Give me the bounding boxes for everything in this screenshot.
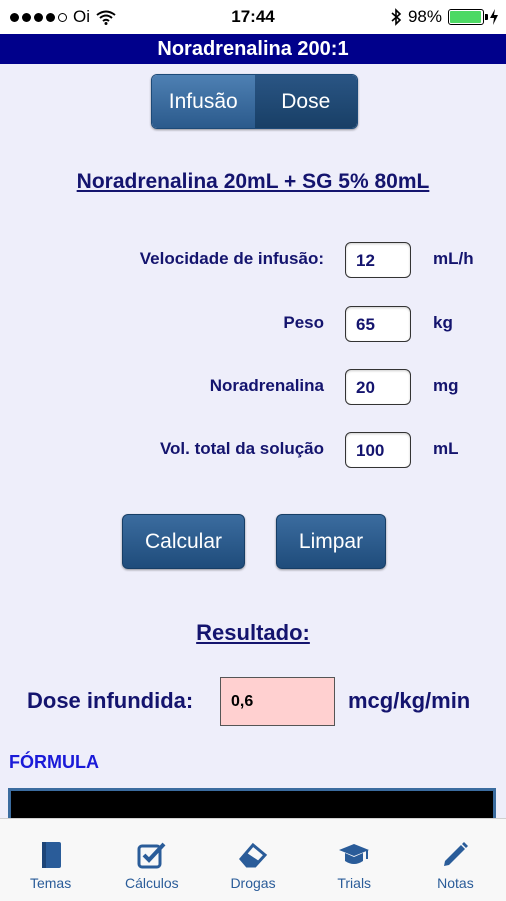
checkbox-icon <box>136 839 168 871</box>
drug-amount-input[interactable]: 20 <box>345 369 411 405</box>
mode-segmented-control: Infusão Dose <box>151 74 358 129</box>
tab-drogas[interactable]: Drogas <box>202 819 303 901</box>
tab-drogas-label: Drogas <box>230 875 276 891</box>
total-volume-unit: mL <box>433 439 459 458</box>
segment-dose[interactable]: Dose <box>254 75 357 128</box>
clear-button[interactable]: Limpar <box>276 514 386 569</box>
tab-temas-label: Temas <box>29 875 72 891</box>
graduation-cap-icon <box>338 839 370 871</box>
battery-percent: 98% <box>407 7 442 26</box>
status-right: 98% <box>390 7 498 27</box>
total-volume-row: Vol. total da solução 100 mL <box>0 432 506 468</box>
battery-icon <box>448 9 488 25</box>
calculate-button[interactable]: Calcular <box>122 514 245 569</box>
drug-amount-label: Noradrenalina <box>209 376 324 395</box>
formula-label: FÓRMULA <box>9 752 99 772</box>
total-volume-input[interactable]: 100 <box>345 432 411 468</box>
infusion-rate-unit: mL/h <box>433 249 474 268</box>
book-icon <box>35 839 67 871</box>
tab-temas[interactable]: Temas <box>0 819 101 901</box>
tab-bar: Temas Cálculos Drogas Trials Notas <box>0 818 506 901</box>
tab-notas[interactable]: Notas <box>405 819 506 901</box>
tab-trials-label: Trials <box>337 875 372 891</box>
weight-input[interactable]: 65 <box>345 306 411 342</box>
dose-result-field: 0,6 <box>220 677 335 726</box>
segment-infusao[interactable]: Infusão <box>152 75 255 128</box>
dose-label: Dose infundida: <box>27 688 194 713</box>
result-title: Resultado: <box>196 620 310 645</box>
page-title: Noradrenalina 200:1 <box>0 34 506 64</box>
solution-heading: Noradrenalina 20mL + SG 5% 80mL <box>76 170 430 193</box>
weight-row: Peso 65 kg <box>0 306 506 342</box>
infusion-rate-input[interactable]: 12 <box>345 242 411 278</box>
total-volume-label: Vol. total da solução <box>159 439 324 458</box>
dose-unit: mcg/kg/min <box>348 688 471 713</box>
bluetooth-icon <box>391 8 402 26</box>
tab-trials[interactable]: Trials <box>304 819 405 901</box>
status-bar: Oi 17:44 98% <box>0 0 506 34</box>
tab-notas-label: Notas <box>437 875 474 891</box>
weight-unit: kg <box>433 313 453 332</box>
drug-amount-row: Noradrenalina 20 mg <box>0 369 506 405</box>
drug-amount-unit: mg <box>433 376 459 395</box>
infusion-rate-label: Velocidade de infusão: <box>139 249 324 268</box>
tab-calculos-label: Cálculos <box>124 875 179 891</box>
infusion-rate-row: Velocidade de infusão: 12 mL/h <box>0 242 506 278</box>
weight-label: Peso <box>283 313 324 332</box>
pencil-icon <box>439 839 471 871</box>
eraser-icon <box>237 839 269 871</box>
charging-icon <box>490 9 498 25</box>
tab-calculos[interactable]: Cálculos <box>101 819 202 901</box>
